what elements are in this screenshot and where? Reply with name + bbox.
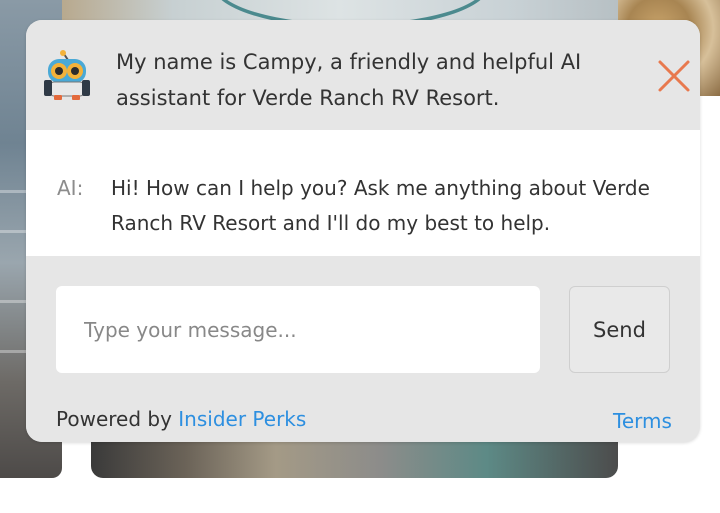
close-x-icon	[658, 60, 690, 92]
powered-by-label: Powered by	[56, 407, 179, 431]
close-button[interactable]	[654, 56, 694, 96]
robot-mascot-icon	[40, 46, 96, 102]
message-list: AI: Hi! How can I help you? Ask me anyth…	[26, 130, 700, 256]
powered-by: Powered by Insider Perks	[56, 406, 306, 432]
intro-line-1: My name is Campy, a friendly and helpful…	[116, 50, 582, 74]
chat-header: My name is Campy, a friendly and helpful…	[26, 20, 700, 130]
terms-link[interactable]: Terms	[613, 408, 672, 434]
send-button[interactable]: Send	[569, 286, 670, 373]
background-page-bottom	[91, 438, 618, 478]
assistant-intro: My name is Campy, a friendly and helpful…	[116, 44, 626, 116]
message-text: Hi! How can I help you? Ask me anything …	[111, 176, 650, 235]
chat-widget: My name is Campy, a friendly and helpful…	[26, 20, 700, 442]
message-input[interactable]	[56, 286, 540, 373]
intro-line-2: assistant for Verde Ranch RV Resort.	[116, 86, 500, 110]
insider-perks-link[interactable]: Insider Perks	[178, 407, 306, 431]
message-sender: AI:	[57, 176, 84, 200]
message-composer: Send Powered by Insider Perks Terms	[26, 256, 700, 442]
